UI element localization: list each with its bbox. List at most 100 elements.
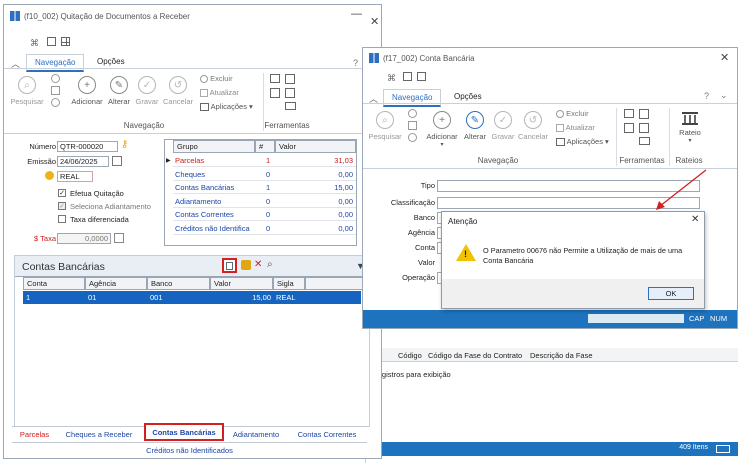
calculator-icon[interactable] [114,233,124,243]
status-num: NUM [710,314,728,323]
plus-small-icon[interactable] [51,74,60,83]
bg-col-descricao-fase[interactable]: Descrição da Fase [530,351,593,360]
grid-icon[interactable] [61,37,70,46]
dialog-atencao: Atenção ✕ ! O Parametro 00676 não Permit… [441,211,705,309]
taxa-diferenciada-checkbox[interactable] [58,215,66,223]
dialog-close-button[interactable]: ✕ [691,214,699,225]
contas-title: Contas Bancárias [22,261,105,273]
excluir-button-2[interactable]: Excluir [556,109,589,119]
numero-field[interactable]: QTR-000020 [57,141,118,152]
excluir-button[interactable]: Excluir [200,74,233,84]
close-button[interactable]: ✕ [370,15,379,28]
contas-toolbar-search-icon[interactable]: ⌕ [267,259,273,270]
plus-small-icon-2[interactable] [408,109,417,118]
tab-adiantamento[interactable]: Adiantamento [226,426,286,441]
tab-cheques-receber[interactable]: Cheques a Receber [58,426,140,441]
tab-creditos-nao-identificados[interactable]: Créditos não Identificados [12,442,367,457]
summary-col-grupo[interactable]: Grupo [173,140,255,153]
gravar-button[interactable]: ✓ Gravar [131,76,163,106]
contas-cell-conta: 1 [26,293,31,302]
list-small-icon[interactable] [51,86,60,95]
tab-parcelas[interactable]: Parcelas [12,426,57,441]
aplicacoes-button-2[interactable]: Aplicações ▾ [556,137,609,147]
bg-col-codigo[interactable]: Código [398,351,422,360]
tab2-opcoes[interactable]: Opções [446,89,490,104]
moeda-field[interactable]: REAL [57,171,93,182]
chat-icon-2[interactable] [624,109,634,118]
bg-status-bar: 409 Itens [366,442,738,456]
help-icon-2[interactable]: ? [704,91,709,101]
summary-col-count[interactable]: # [255,140,275,153]
list-small-icon-2[interactable] [408,121,417,130]
info-small-icon-2[interactable] [408,133,417,142]
summary-row[interactable]: Contas Correntes 0 0,00 [173,208,356,221]
report-icon-2[interactable] [624,123,634,133]
cancelar-button-2[interactable]: ↺ Cancelar [515,111,551,141]
bg-col-codigo-fase[interactable]: Código da Fase do Contrato [428,351,522,360]
ribbon-expand-icon[interactable]: ⌄ [720,90,728,101]
rateio-button[interactable]: Rateio ▾ [673,109,707,144]
copy-icon-2[interactable] [639,109,649,119]
currency-coin-icon [45,171,54,180]
printer-icon[interactable] [285,102,296,110]
cancelar-button[interactable]: ↺ Cancelar [160,76,196,106]
contas-toolbar-edit-icon[interactable] [241,260,251,270]
help-icon[interactable]: ? [353,58,358,68]
pin-icon[interactable]: ⌘ [30,38,39,49]
efetua-quitacao-checkbox[interactable]: ✓ [58,189,66,197]
pin-icon-2[interactable]: ⌘ [387,73,396,84]
summary-row[interactable]: Cheques 0 0,00 [173,168,356,181]
pesquisar-button-2[interactable]: ⌕ Pesquisar [367,111,403,141]
delete-icon-2 [556,110,564,119]
adicionar-button-2[interactable]: + Adicionar ▾ [424,111,460,148]
search-icon-2: ⌕ [376,111,394,129]
contas-col-conta[interactable]: Conta [23,277,85,290]
group-ferramentas-label-2: Ferramentas [619,156,665,165]
tab-contas-bancarias[interactable]: Contas Bancárias [144,423,224,441]
close-button-2[interactable]: ✕ [720,51,729,64]
chat-icon[interactable] [270,74,280,83]
valor-label: Valor [418,258,435,267]
summary-row[interactable]: Adiantamento 0 0,00 [173,195,356,208]
tab-contas-correntes[interactable]: Contas Correntes [288,426,366,441]
summary-row[interactable]: Parcelas 1 31,03 [173,154,356,167]
report-icon[interactable] [270,88,280,98]
contas-toolbar-delete-icon[interactable]: ✕ [254,259,262,270]
contas-col-banco[interactable]: Banco [147,277,210,290]
taxa-diferenciada-label: Taxa diferenciada [70,215,129,224]
pencil-icon: ✎ [110,76,128,94]
side-small-icons [51,74,61,107]
adicionar-button[interactable]: + Adicionar [69,76,105,106]
calendar-icon[interactable] [47,37,56,46]
summary-col-valor[interactable]: Valor [275,140,356,153]
contas-toolbar-new-button[interactable] [222,258,237,273]
dialog-ok-button[interactable]: OK [648,287,694,300]
contas-col-agencia[interactable]: Agência [85,277,147,290]
aplicacoes-button[interactable]: Aplicações ▾ [200,102,253,112]
summary-grid: Grupo # Valor ▶ Parcelas 1 31,03 Cheques 0 0,… [164,139,357,246]
tab-opcoes[interactable]: Opções [89,54,133,69]
doc-icon[interactable] [285,88,295,98]
contas-row-selected[interactable]: 1 01 001 15,00 REAL [23,291,361,304]
contas-col-valor[interactable]: Valor [210,277,273,290]
summary-row[interactable]: Créditos não Identifica 0 0,00 [173,222,356,235]
calendar-picker-icon[interactable] [112,156,122,166]
calendar-icon-2[interactable] [403,72,412,81]
taxa-field[interactable]: 0,0000 [57,233,111,244]
check-icon-2: ✓ [494,111,512,129]
contas-col-sigla[interactable]: Sigla [273,277,305,290]
doc-icon-2[interactable] [639,123,649,133]
emissao-field[interactable]: 24/06/2025 [57,156,109,167]
status-progress [588,314,684,323]
info-small-icon[interactable] [51,98,60,107]
pesquisar-button[interactable]: ⌕ Pesquisar [9,76,45,106]
printer-icon-2[interactable] [639,137,650,145]
minimize-button[interactable]: — [351,8,362,20]
copy-icon[interactable] [285,74,295,84]
grid-icon-2[interactable] [417,72,426,81]
atualizar-button[interactable]: Atualizar [200,88,239,98]
atualizar-button-2[interactable]: Atualizar [556,123,595,133]
summary-row[interactable]: Contas Bancárias 1 15,00 [173,181,356,194]
seleciona-adiantamento-checkbox[interactable]: ✓ [58,202,66,210]
dialog-footer: OK [442,279,704,308]
